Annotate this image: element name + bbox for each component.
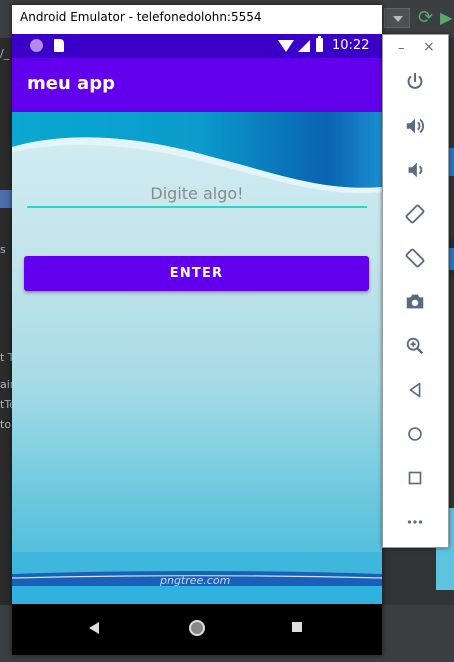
volume-up-icon[interactable] [402, 113, 428, 139]
sd-card-icon [54, 39, 64, 52]
overview-icon[interactable] [402, 465, 428, 491]
navigation-bar [12, 604, 382, 655]
nav-back-icon[interactable] [89, 622, 99, 634]
ide-fragment: tTe [0, 398, 12, 411]
app-title: meu app [27, 73, 115, 94]
emulator-window: Android Emulator - telefonedolohn:5554 1… [12, 5, 382, 655]
ide-config-dropdown[interactable] [384, 8, 410, 28]
emulator-toolbar: – × [382, 34, 449, 548]
ide-left-panel: /_ s t T ain tTe tor o I [0, 38, 12, 662]
rotate-right-icon[interactable] [402, 245, 428, 271]
zoom-icon[interactable] [402, 333, 428, 359]
power-icon[interactable] [402, 69, 428, 95]
enter-button[interactable]: ENTER [24, 256, 369, 291]
phone-screen: 10:22 meu app ENTER [12, 34, 382, 655]
toolbar-close-button[interactable]: × [423, 39, 435, 55]
toolbar-minimize-button[interactable]: – [398, 41, 405, 56]
ide-fragment: tor [0, 418, 12, 431]
text-input-field[interactable] [27, 180, 367, 208]
battery-icon [316, 36, 323, 52]
ide-fragment: /_ [0, 47, 10, 60]
status-time: 10:22 [332, 38, 370, 53]
signal-icon [298, 40, 310, 52]
status-bar: 10:22 [12, 34, 382, 58]
notification-icon [30, 39, 43, 52]
nav-recent-apps-icon[interactable] [292, 622, 302, 632]
ide-fragment: s [0, 243, 6, 256]
app-bar: meu app [12, 58, 382, 112]
nav-home-icon[interactable] [189, 620, 205, 636]
ide-left-tab[interactable] [0, 190, 12, 208]
ide-refresh-icon[interactable]: ⟳ [418, 8, 438, 28]
home-icon[interactable] [402, 421, 428, 447]
emulator-window-title: Android Emulator - telefonedolohn:5554 [20, 10, 262, 24]
more-icon[interactable] [402, 509, 428, 535]
wifi-icon [278, 40, 294, 52]
watermark-text: pngtree.com [160, 574, 231, 587]
ide-fragment: t T [0, 351, 12, 364]
rotate-left-icon[interactable] [402, 201, 428, 227]
volume-down-icon[interactable] [402, 157, 428, 183]
camera-icon[interactable] [402, 289, 428, 315]
back-icon[interactable] [402, 377, 428, 403]
app-content: ENTER pngtree.com [12, 112, 382, 604]
ide-run-icon[interactable]: ▶ [440, 8, 454, 28]
ide-fragment: ain [0, 378, 12, 391]
